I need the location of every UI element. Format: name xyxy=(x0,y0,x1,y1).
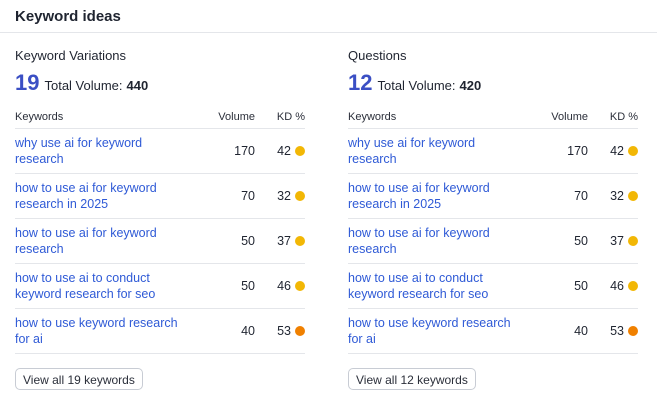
column-header-volume: Volume xyxy=(195,106,255,129)
keyword-link[interactable]: how to use ai to conduct keyword researc… xyxy=(15,270,195,302)
section-title: Keyword Variations xyxy=(15,48,127,63)
volume-cell: 40 xyxy=(528,308,588,354)
table-row: how to use ai to conduct keyword researc… xyxy=(348,263,638,309)
keyword-link[interactable]: how to use ai for keyword research xyxy=(15,225,195,257)
kd-dot-icon xyxy=(295,281,305,291)
kd-dot-icon xyxy=(628,326,638,336)
kd-cell: 46 xyxy=(255,263,305,309)
kd-value: 32 xyxy=(277,189,291,203)
table-row: why use ai for keyword research 170 42 xyxy=(348,128,638,174)
kd-value: 37 xyxy=(610,234,624,248)
keyword-link[interactable]: how to use ai for keyword research in 20… xyxy=(15,180,195,212)
keyword-link[interactable]: how to use keyword research for ai xyxy=(348,315,528,347)
kd-dot-icon xyxy=(295,146,305,156)
keyword-count: 19 xyxy=(15,70,40,95)
column-header-keywords: Keywords xyxy=(348,106,528,129)
section-title: Questions xyxy=(348,48,407,63)
kd-value: 37 xyxy=(277,234,291,248)
kd-dot-icon xyxy=(628,236,638,246)
view-all-keywords-button[interactable]: View all 19 keywords xyxy=(15,368,143,390)
kd-cell: 42 xyxy=(255,128,305,174)
column-header-keywords: Keywords xyxy=(15,106,195,129)
kd-cell: 32 xyxy=(255,173,305,219)
volume-cell: 50 xyxy=(528,263,588,309)
kd-dot-icon xyxy=(295,326,305,336)
card-header: Keyword ideas xyxy=(0,0,657,33)
keyword-link[interactable]: how to use ai for keyword research in 20… xyxy=(348,180,528,212)
kd-cell: 42 xyxy=(588,128,638,174)
kd-dot-icon xyxy=(295,236,305,246)
total-volume-value: 440 xyxy=(126,78,149,93)
table-row: how to use keyword research for ai 40 53 xyxy=(15,308,305,354)
keyword-link[interactable]: how to use ai to conduct keyword researc… xyxy=(348,270,528,302)
kd-dot-icon xyxy=(628,281,638,291)
volume-cell: 50 xyxy=(195,218,255,264)
kd-value: 53 xyxy=(610,324,624,338)
kd-value: 42 xyxy=(610,144,624,158)
keyword-link[interactable]: why use ai for keyword research xyxy=(15,135,195,167)
volume-cell: 170 xyxy=(195,128,255,174)
kd-value: 42 xyxy=(277,144,291,158)
volume-cell: 50 xyxy=(195,263,255,309)
keyword-ideas-card: Keyword ideas Keyword Variations 19 Tota… xyxy=(0,0,657,412)
kd-cell: 53 xyxy=(588,308,638,354)
keywords-table: Keywords Volume KD % why use ai for keyw… xyxy=(348,106,638,354)
total-volume-label: Total Volume: xyxy=(377,78,456,93)
totals: 12 Total Volume: 420 xyxy=(348,70,638,96)
table-row: how to use ai to conduct keyword researc… xyxy=(15,263,305,309)
card-title: Keyword ideas xyxy=(15,7,121,25)
kd-value: 46 xyxy=(610,279,624,293)
kd-value: 46 xyxy=(277,279,291,293)
total-volume-label: Total Volume: xyxy=(44,78,123,93)
kd-dot-icon xyxy=(295,191,305,201)
questions-panel: Questions 12 Total Volume: 420 Keywords … xyxy=(348,32,638,390)
column-header-kd: KD % xyxy=(588,106,638,129)
kd-cell: 37 xyxy=(588,218,638,264)
table-row: why use ai for keyword research 170 42 xyxy=(15,128,305,174)
column-header-volume: Volume xyxy=(528,106,588,129)
volume-cell: 70 xyxy=(195,173,255,219)
kd-cell: 32 xyxy=(588,173,638,219)
kd-cell: 37 xyxy=(255,218,305,264)
table-header-row: Keywords Volume KD % xyxy=(348,106,638,129)
keyword-count: 12 xyxy=(348,70,373,95)
volume-cell: 170 xyxy=(528,128,588,174)
table-row: how to use keyword research for ai 40 53 xyxy=(348,308,638,354)
table-row: how to use ai for keyword research 50 37 xyxy=(15,218,305,264)
kd-cell: 46 xyxy=(588,263,638,309)
kd-value: 32 xyxy=(610,189,624,203)
volume-cell: 40 xyxy=(195,308,255,354)
keyword-link[interactable]: why use ai for keyword research xyxy=(348,135,528,167)
view-all-questions-button[interactable]: View all 12 keywords xyxy=(348,368,476,390)
total-volume-value: 420 xyxy=(459,78,482,93)
volume-cell: 70 xyxy=(528,173,588,219)
column-header-kd: KD % xyxy=(255,106,305,129)
kd-dot-icon xyxy=(628,146,638,156)
table-row: how to use ai for keyword research in 20… xyxy=(348,173,638,219)
table-row: how to use ai for keyword research 50 37 xyxy=(348,218,638,264)
volume-cell: 50 xyxy=(528,218,588,264)
table-header-row: Keywords Volume KD % xyxy=(15,106,305,129)
kd-cell: 53 xyxy=(255,308,305,354)
table-row: how to use ai for keyword research in 20… xyxy=(15,173,305,219)
kd-value: 53 xyxy=(277,324,291,338)
keyword-variations-panel: Keyword Variations 19 Total Volume: 440 … xyxy=(15,32,305,390)
kd-dot-icon xyxy=(628,191,638,201)
keywords-table: Keywords Volume KD % why use ai for keyw… xyxy=(15,106,305,354)
keyword-link[interactable]: how to use keyword research for ai xyxy=(15,315,195,347)
totals: 19 Total Volume: 440 xyxy=(15,70,305,96)
keyword-link[interactable]: how to use ai for keyword research xyxy=(348,225,528,257)
